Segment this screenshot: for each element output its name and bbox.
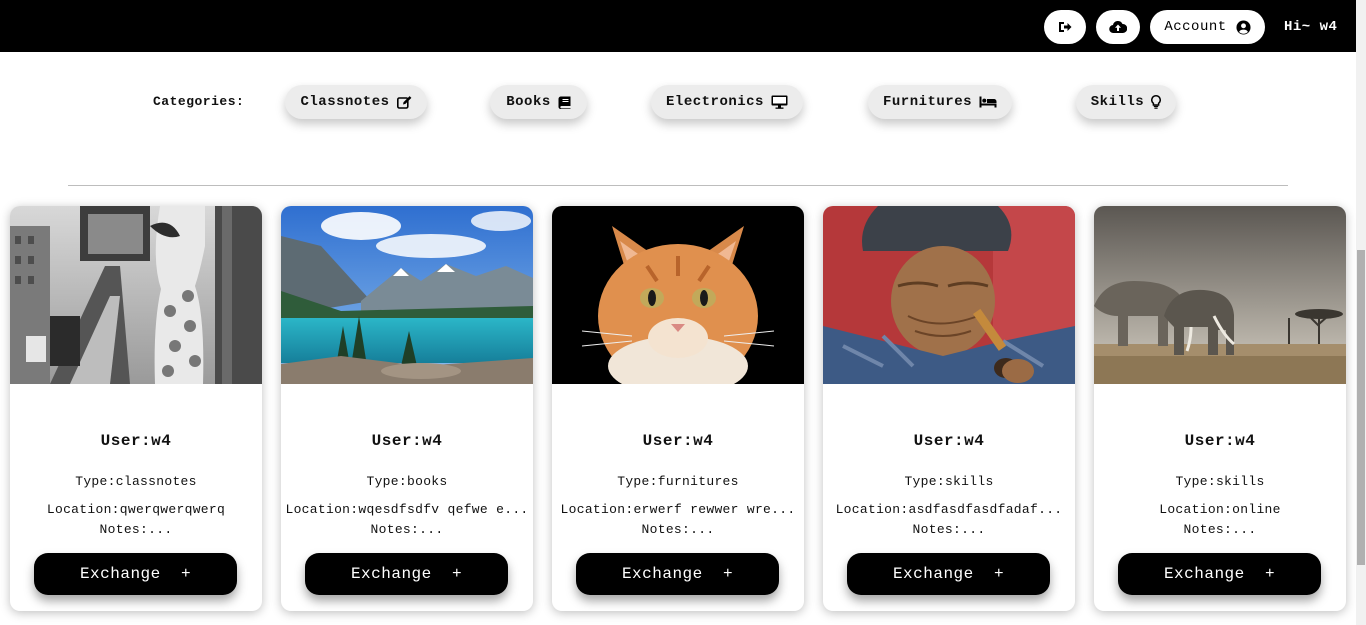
card-location: Location:asdfasdfasdfadaf... xyxy=(835,502,1063,517)
card-notes: Notes:... xyxy=(370,522,444,537)
category-label: Electronics xyxy=(666,94,764,110)
category-electronics[interactable]: Electronics xyxy=(651,85,803,119)
card-notes: Notes:... xyxy=(99,522,173,537)
exchange-button[interactable]: Exchange + xyxy=(305,553,508,595)
card-user: User:w4 xyxy=(100,432,172,450)
card-user: User:w4 xyxy=(1184,432,1256,450)
user-circle-icon xyxy=(1236,19,1251,35)
card-notes: Notes:... xyxy=(641,522,715,537)
categories-label: Categories: xyxy=(153,94,245,109)
category-books[interactable]: Books xyxy=(490,85,587,119)
item-card[interactable]: User:w4 Type:books Location:wqesdfsdfv q… xyxy=(281,206,533,611)
item-photo[interactable] xyxy=(823,206,1075,384)
category-skills[interactable]: Skills xyxy=(1076,85,1176,119)
account-button[interactable]: Account xyxy=(1150,10,1265,44)
top-navbar: Account Hi~ w4 xyxy=(0,0,1356,52)
category-classnotes[interactable]: Classnotes xyxy=(285,85,427,119)
card-type: Type:skills xyxy=(1175,474,1265,489)
item-photo[interactable] xyxy=(552,206,804,384)
edit-icon xyxy=(396,95,411,109)
card-type: Type:books xyxy=(366,474,448,489)
sign-out-icon xyxy=(1059,22,1072,32)
exchange-button[interactable]: Exchange + xyxy=(34,553,237,595)
exchange-button[interactable]: Exchange + xyxy=(847,553,1050,595)
user-greeting: Hi~ w4 xyxy=(1284,19,1338,35)
card-notes: Notes:... xyxy=(912,522,986,537)
card-user: User:w4 xyxy=(371,432,443,450)
account-label: Account xyxy=(1164,19,1227,35)
upload-button[interactable] xyxy=(1096,10,1140,44)
exchange-button[interactable]: Exchange + xyxy=(576,553,779,595)
item-card[interactable]: User:w4 Type:skills Location:asdfasdfasd… xyxy=(823,206,1075,611)
item-card[interactable]: User:w4 Type:classnotes Location:qwerqwe… xyxy=(10,206,262,611)
card-location: Location:qwerqwerqwerq xyxy=(46,502,226,517)
item-photo[interactable] xyxy=(10,206,262,384)
book-icon xyxy=(558,95,571,109)
bed-icon xyxy=(979,96,997,108)
category-label: Furnitures xyxy=(882,94,972,110)
item-card[interactable]: User:w4 Type:furnitures Location:erwerf … xyxy=(552,206,804,611)
item-photo[interactable] xyxy=(281,206,533,384)
card-type: Type:skills xyxy=(904,474,994,489)
card-location: Location:online xyxy=(1159,502,1281,517)
page-scrollbar[interactable] xyxy=(1356,0,1366,625)
logout-button[interactable] xyxy=(1044,10,1086,44)
card-notes: Notes:... xyxy=(1183,522,1257,537)
lightbulb-icon xyxy=(1151,95,1162,109)
card-type: Type:classnotes xyxy=(75,474,197,489)
cloud-upload-icon xyxy=(1109,20,1127,34)
exchange-button[interactable]: Exchange + xyxy=(1118,553,1321,595)
card-user: User:w4 xyxy=(913,432,985,450)
card-type: Type:furnitures xyxy=(617,474,739,489)
scrollbar-thumb[interactable] xyxy=(1357,250,1365,565)
category-furnitures[interactable]: Furnitures xyxy=(868,85,1012,119)
item-card[interactable]: User:w4 Type:skills Location:online Note… xyxy=(1094,206,1346,611)
card-user: User:w4 xyxy=(642,432,714,450)
category-label: Skills xyxy=(1090,94,1145,110)
category-label: Classnotes xyxy=(300,94,390,110)
item-photo[interactable] xyxy=(1094,206,1346,384)
desktop-icon xyxy=(771,95,788,109)
category-label: Books xyxy=(506,94,551,110)
card-location: Location:wqesdfsdfv qefwe e... xyxy=(285,502,529,517)
card-location: Location:erwerf rewwer wre... xyxy=(560,502,796,517)
section-divider xyxy=(68,185,1288,186)
